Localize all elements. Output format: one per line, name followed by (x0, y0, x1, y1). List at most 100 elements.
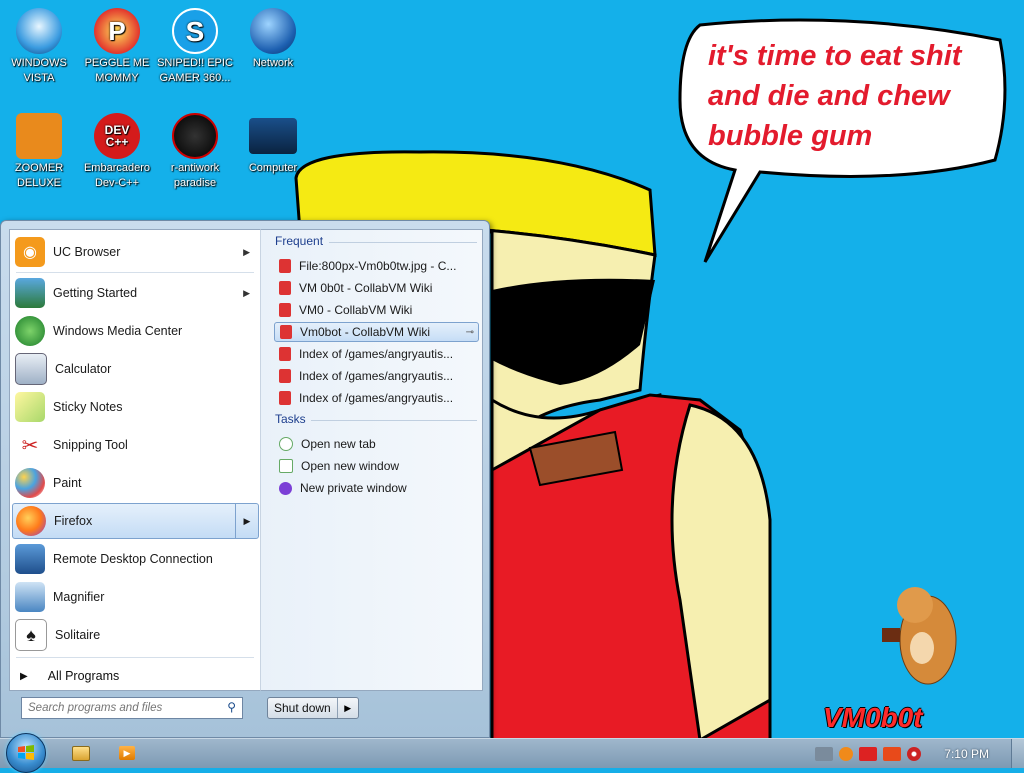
vm0b0t-watermark: VM0b0t (823, 702, 923, 733)
computer-icon (249, 118, 297, 154)
jumplist-item[interactable]: VM 0b0t - CollabVM Wiki (274, 278, 479, 298)
jumplist-item-label: VM0 - CollabVM Wiki (299, 303, 413, 317)
vista-globe-icon (16, 8, 62, 54)
all-programs-button[interactable]: ▶ All Programs (20, 669, 119, 683)
search-input[interactable] (26, 701, 220, 715)
solitaire-icon: ♠ (15, 619, 47, 651)
program-calculator[interactable]: Calculator (12, 351, 259, 387)
program-getting-started[interactable]: Getting Started ▶ (12, 275, 259, 311)
program-sticky-notes[interactable]: Sticky Notes (12, 389, 259, 425)
speech-bubble-text: it's time to eat shit and die and chew b… (708, 40, 962, 152)
magnifier-icon (15, 582, 45, 612)
all-programs-label: All Programs (47, 669, 120, 683)
explorer-taskbar-icon[interactable] (70, 742, 92, 764)
desktop-icon-label: WINDOWS VISTA (11, 57, 67, 84)
task-label: Open new tab (301, 437, 376, 451)
triangle-right-icon: ▶ (20, 670, 28, 682)
jumplist-tasks-header: Tasks (275, 412, 306, 426)
separator (16, 272, 254, 273)
devcpp-icon: DEV C++ (94, 113, 140, 159)
calculator-icon (15, 353, 47, 385)
task-new-private-window[interactable]: New private window (274, 478, 479, 498)
program-label: Paint (53, 476, 82, 490)
show-desktop-button[interactable] (1011, 739, 1024, 768)
program-windows-media-center[interactable]: Windows Media Center (12, 313, 259, 349)
search-icon[interactable]: ⚲ (227, 700, 236, 714)
page-icon (279, 281, 291, 295)
program-label: Calculator (55, 362, 112, 376)
start-menu: ◉ UC Browser ▶ Getting Started ▶ Windows… (0, 220, 490, 738)
desktop-icon-peggle[interactable]: P PEGGLE ME MOMMY (79, 8, 155, 86)
new-tab-icon (279, 437, 293, 451)
program-magnifier[interactable]: Magnifier (12, 579, 259, 615)
tray-action-icon[interactable] (883, 746, 902, 761)
tray-volume-icon[interactable] (907, 746, 922, 761)
jumplist-item[interactable]: VM0 - CollabVM Wiki (274, 300, 479, 320)
firefox-jumplist: Frequent File:800px-Vm0b0tw.jpg - C... V… (260, 229, 483, 691)
program-label: Sticky Notes (53, 400, 123, 414)
program-snipping-tool[interactable]: ✂ Snipping Tool (12, 427, 259, 463)
jumplist-item-label: Vm0bot - CollabVM Wiki (300, 325, 431, 339)
separator (16, 657, 254, 658)
tray-flag-icon[interactable] (859, 746, 878, 761)
desktop-icon-zoomer[interactable]: ZOOMER DELUXE (1, 113, 77, 191)
program-label: Solitaire (55, 628, 101, 642)
task-label: New private window (300, 481, 407, 495)
skype-icon: S (172, 8, 218, 54)
program-label: Magnifier (53, 590, 105, 604)
page-icon (279, 391, 291, 405)
submenu-arrow-icon: ▶ (243, 287, 250, 298)
jumplist-item[interactable]: Index of /games/angryautis... (274, 388, 479, 408)
task-open-new-window[interactable]: Open new window (274, 456, 479, 476)
peggle-icon: P (94, 8, 140, 54)
desktop-icon-antiwork[interactable]: r-antiwork paradise (157, 113, 233, 191)
program-remote-desktop[interactable]: Remote Desktop Connection (12, 541, 259, 577)
sticky-notes-icon (15, 392, 45, 422)
desktop-icon-network[interactable]: Network (235, 8, 311, 71)
desktop-icon-computer[interactable]: Computer (235, 113, 311, 176)
firefox-jumplist-arrow-icon[interactable]: ▶ (235, 504, 258, 538)
getting-started-icon (15, 278, 45, 308)
task-label: Open new window (301, 459, 400, 473)
jumplist-frequent-header: Frequent (275, 234, 324, 248)
jumplist-item-label: VM 0b0t - CollabVM Wiki (299, 281, 433, 295)
desktop-icon-sniped[interactable]: S SNIPED!! EPIC GAMER 360... (157, 8, 233, 86)
page-icon (279, 369, 291, 383)
pin-icon[interactable]: ⊸ (466, 327, 474, 338)
start-button[interactable] (6, 733, 46, 773)
taskbar-clock[interactable]: 7:10 PM (944, 747, 989, 761)
jumplist-item-label: Index of /games/angryautis... (299, 369, 454, 383)
search-box[interactable]: ⚲ (21, 697, 243, 719)
uc-browser-icon: ◉ (15, 237, 45, 267)
header-rule (311, 420, 477, 421)
shutdown-button[interactable]: Shut down (268, 698, 338, 718)
page-icon (279, 347, 291, 361)
tray-search-icon[interactable] (839, 746, 854, 761)
jumplist-item-highlighted[interactable]: Vm0bot - CollabVM Wiki ⊸ (274, 322, 479, 342)
jumplist-item[interactable]: File:800px-Vm0b0tw.jpg - C... (274, 256, 479, 276)
firefox-icon (16, 506, 46, 536)
desktop-icon-label: Computer (248, 162, 298, 174)
jumplist-item[interactable]: Index of /games/angryautis... (274, 344, 479, 364)
page-icon (279, 303, 291, 317)
shutdown-options-arrow-icon[interactable]: ▶ (338, 698, 358, 718)
program-solitaire[interactable]: ♠ Solitaire (12, 617, 259, 653)
jumplist-item[interactable]: Index of /games/angryautis... (274, 366, 479, 386)
page-icon (280, 325, 292, 339)
program-firefox[interactable]: Firefox ▶ (12, 503, 259, 539)
desktop-icon-windows-vista[interactable]: WINDOWS VISTA (1, 8, 77, 86)
program-label: Windows Media Center (53, 324, 183, 338)
network-icon (250, 8, 296, 54)
program-paint[interactable]: Paint (12, 465, 259, 501)
system-tray: 7:10 PM (812, 739, 1024, 768)
program-uc-browser[interactable]: ◉ UC Browser ▶ (12, 234, 259, 270)
tray-network-icon[interactable] (815, 746, 834, 761)
start-menu-programs-pane: ◉ UC Browser ▶ Getting Started ▶ Windows… (9, 229, 260, 691)
shutdown-split-button[interactable]: Shut down ▶ (267, 697, 359, 719)
media-player-taskbar-icon[interactable]: ▶ (116, 742, 138, 764)
desktop-icon-devcpp[interactable]: DEV C++ Embarcadero Dev-C++ (79, 113, 155, 191)
task-open-new-tab[interactable]: Open new tab (274, 434, 479, 454)
jumplist-item-label: File:800px-Vm0b0tw.jpg - C... (299, 259, 457, 273)
program-label: Snipping Tool (53, 438, 128, 452)
taskbar: ▶ 7:10 PM (0, 733, 1024, 773)
